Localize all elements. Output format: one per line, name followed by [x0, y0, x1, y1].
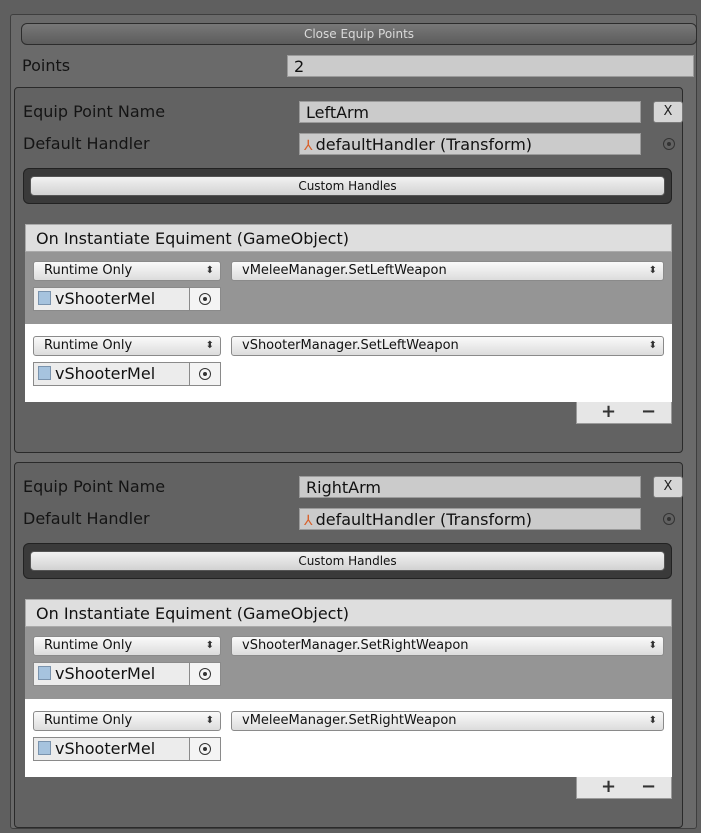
listener-footer: + −	[576, 777, 672, 799]
object-picker-icon[interactable]	[663, 513, 675, 525]
default-handler-field[interactable]: ⅄ defaultHandler (Transform)	[299, 508, 641, 530]
script-file-icon	[38, 291, 51, 305]
custom-handles-container: Custom Handles	[23, 543, 672, 579]
runtime-mode-dropdown[interactable]: Runtime Only ⬍	[33, 636, 221, 656]
runtime-mode-value: Runtime Only	[44, 713, 133, 728]
remove-equip-point-button[interactable]: X	[653, 101, 683, 123]
target-object-value: vShooterMel	[55, 364, 156, 383]
equip-point-block-right: Equip Point Name RightArm X Default Hand…	[14, 462, 683, 828]
equip-point-name-label: Equip Point Name	[23, 102, 166, 121]
target-object-value: vShooterMel	[55, 664, 156, 683]
unity-event-panel: On Instantiate Equiment (GameObject) Run…	[25, 599, 672, 799]
custom-handles-button[interactable]: Custom Handles	[30, 551, 665, 571]
equip-point-block-left: Equip Point Name LeftArm X Default Handl…	[14, 87, 683, 453]
default-handler-label: Default Handler	[23, 509, 150, 528]
runtime-mode-value: Runtime Only	[44, 638, 133, 653]
points-label: Points	[22, 56, 71, 75]
target-object-value: vShooterMel	[55, 289, 156, 308]
object-picker-icon[interactable]	[189, 738, 220, 760]
equip-point-name-field[interactable]: LeftArm	[299, 101, 641, 123]
function-dropdown[interactable]: vShooterManager.SetLeftWeapon ⬍	[231, 336, 664, 356]
transform-icon: ⅄	[304, 138, 313, 154]
add-listener-button[interactable]: +	[601, 777, 616, 797]
dropdown-arrows-icon: ⬍	[648, 715, 657, 726]
custom-handles-container: Custom Handles	[23, 168, 672, 204]
dropdown-arrows-icon: ⬍	[205, 715, 214, 726]
target-object-field[interactable]: vShooterMel	[33, 287, 221, 311]
runtime-mode-dropdown[interactable]: Runtime Only ⬍	[33, 261, 221, 281]
runtime-mode-dropdown[interactable]: Runtime Only ⬍	[33, 711, 221, 731]
function-value: vMeleeManager.SetRightWeapon	[242, 713, 457, 728]
add-listener-button[interactable]: +	[601, 402, 616, 422]
default-handler-value: defaultHandler (Transform)	[315, 510, 533, 529]
dropdown-arrows-icon: ⬍	[205, 640, 214, 651]
close-equip-points-button[interactable]: Close Equip Points	[21, 23, 697, 45]
object-picker-icon[interactable]	[189, 363, 220, 385]
function-value: vMeleeManager.SetLeftWeapon	[242, 263, 447, 278]
remove-listener-button[interactable]: −	[641, 777, 656, 797]
equip-point-name-field[interactable]: RightArm	[299, 476, 641, 498]
dropdown-arrows-icon: ⬍	[648, 640, 657, 651]
script-file-icon	[38, 741, 51, 755]
remove-listener-button[interactable]: −	[641, 402, 656, 422]
object-picker-icon[interactable]	[663, 138, 675, 150]
event-title: On Instantiate Equiment (GameObject)	[25, 224, 672, 252]
script-file-icon	[38, 666, 51, 680]
function-value: vShooterManager.SetLeftWeapon	[242, 338, 459, 353]
event-listener-list: Runtime Only ⬍ vShooterManager.SetRightWe…	[25, 627, 672, 777]
target-object-field[interactable]: vShooterMel	[33, 362, 221, 386]
function-value: vShooterManager.SetRightWeapon	[242, 638, 469, 653]
runtime-mode-value: Runtime Only	[44, 338, 133, 353]
runtime-mode-value: Runtime Only	[44, 263, 133, 278]
object-picker-icon[interactable]	[189, 663, 220, 685]
target-object-field[interactable]: vShooterMel	[33, 662, 221, 686]
equip-point-name-label: Equip Point Name	[23, 477, 166, 496]
object-picker-icon[interactable]	[189, 288, 220, 310]
target-object-field[interactable]: vShooterMel	[33, 737, 221, 761]
function-dropdown[interactable]: vShooterManager.SetRightWeapon ⬍	[231, 636, 664, 656]
transform-icon: ⅄	[304, 513, 313, 529]
custom-handles-button[interactable]: Custom Handles	[30, 176, 665, 196]
function-dropdown[interactable]: vMeleeManager.SetRightWeapon ⬍	[231, 711, 664, 731]
event-listener-list: Runtime Only ⬍ vMeleeManager.SetLeftWeapo…	[25, 252, 672, 402]
function-dropdown[interactable]: vMeleeManager.SetLeftWeapon ⬍	[231, 261, 664, 281]
default-handler-value: defaultHandler (Transform)	[315, 135, 533, 154]
dropdown-arrows-icon: ⬍	[648, 265, 657, 276]
unity-event-panel: On Instantiate Equiment (GameObject) Run…	[25, 224, 672, 424]
default-handler-field[interactable]: ⅄ defaultHandler (Transform)	[299, 133, 641, 155]
script-file-icon	[38, 366, 51, 380]
event-title: On Instantiate Equiment (GameObject)	[25, 599, 672, 627]
dropdown-arrows-icon: ⬍	[205, 340, 214, 351]
runtime-mode-dropdown[interactable]: Runtime Only ⬍	[33, 336, 221, 356]
points-field[interactable]: 2	[287, 55, 694, 77]
dropdown-arrows-icon: ⬍	[205, 265, 214, 276]
remove-equip-point-button[interactable]: X	[653, 476, 683, 498]
listener-footer: + −	[576, 402, 672, 424]
dropdown-arrows-icon: ⬍	[648, 340, 657, 351]
default-handler-label: Default Handler	[23, 134, 150, 153]
target-object-value: vShooterMel	[55, 739, 156, 758]
